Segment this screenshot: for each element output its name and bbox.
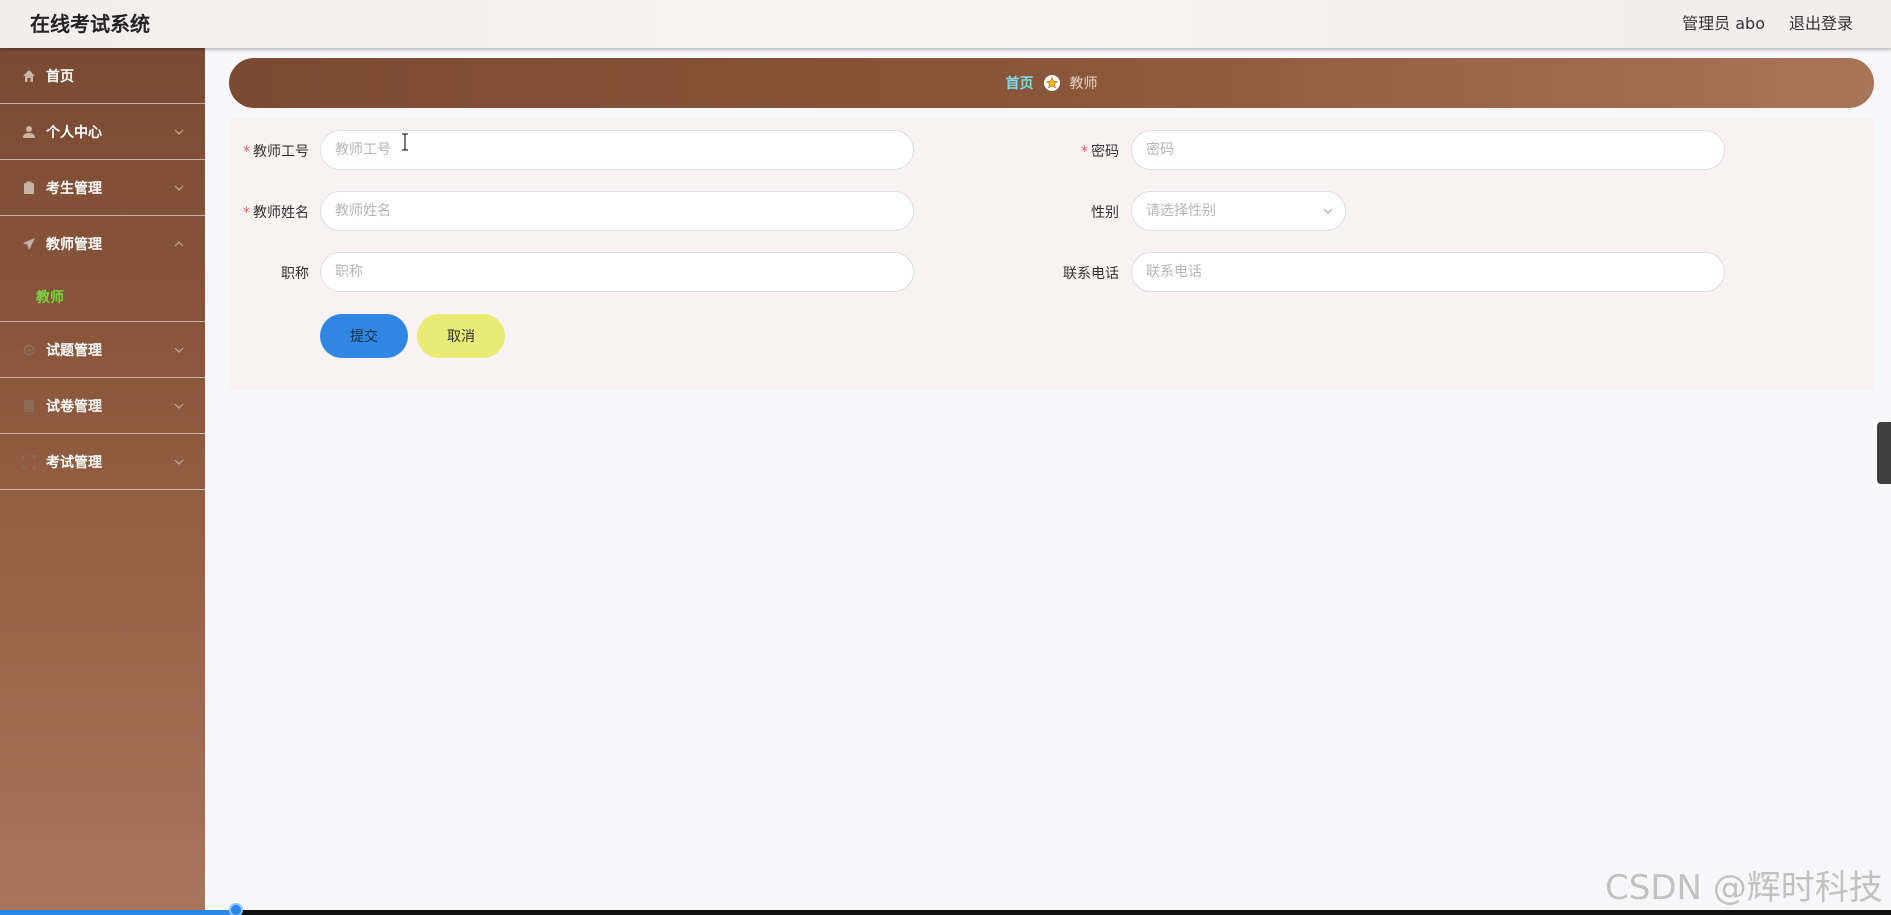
job-title-input[interactable] [320,252,914,292]
user-area: 管理员 abo 退出登录 [1682,10,1853,34]
sidebar-item-teacher-management[interactable]: 教师管理 [0,216,205,272]
sidebar-item-personal-center[interactable]: 个人中心 [0,104,205,160]
cancel-button[interactable]: 取消 [417,314,505,358]
home-icon [21,68,37,84]
chevron-up-icon [174,241,184,247]
user-icon [21,124,37,140]
breadcrumb-home[interactable]: 首页 [1006,73,1034,93]
submit-button[interactable]: 提交 [320,314,408,358]
user-name[interactable]: 管理员 abo [1682,10,1765,34]
chevron-down-icon [1323,208,1333,214]
teacher-no-label: * 教师工号 [229,141,309,161]
job-title-label: 职称 [281,266,309,282]
sidebar-item-home[interactable]: 首页 [0,48,205,104]
phone-input[interactable] [1131,252,1725,292]
breadcrumb-current: 教师 [1069,76,1098,92]
gender-select[interactable] [1131,191,1346,231]
gear-icon [21,342,37,358]
sidebar-item-label: 考生管理 [46,180,102,197]
frame-icon [21,454,37,470]
sidebar-item-exam-management[interactable]: 考试管理 [0,434,205,490]
progress-track [0,910,1891,915]
top-header: 在线考试系统 管理员 abo 退出登录 [0,0,1891,48]
sidebar: 首页 个人中心 考生管理 教师管理 教师 试题管理 试卷管理 考试管理 [0,48,205,915]
clipboard-icon [21,180,37,196]
app-title: 在线考试系统 [30,12,150,36]
progress-knob[interactable] [229,903,243,915]
teacher-name-label: * 教师姓名 [229,202,309,222]
text-cursor-icon [402,133,408,151]
password-input[interactable] [1131,130,1725,170]
sidebar-item-label: 考试管理 [46,454,102,471]
gender-label: 性别 [1091,205,1119,221]
sidebar-item-label: 个人中心 [46,124,102,141]
sidebar-subitem-teacher[interactable]: 教师 [0,272,205,322]
teacher-name-label-text: 教师姓名 [253,205,309,221]
chevron-down-icon [174,185,184,191]
sidebar-item-label: 试题管理 [46,342,102,359]
progress-fill [0,910,236,915]
chevron-down-icon [174,129,184,135]
sidebar-item-question-management[interactable]: 试题管理 [0,322,205,378]
star-icon [1043,75,1060,91]
chevron-down-icon [174,347,184,353]
form-panel: *教师工号 *密码 *教师姓名 性别 职称 联系电话 提交 取消 [229,118,1874,390]
sidebar-item-label: 教师管理 [46,237,102,253]
book-icon [21,398,37,414]
required-mark: * [243,144,250,160]
breadcrumb: 首页 教师 [229,58,1874,108]
collapse-handle[interactable] [1877,422,1891,484]
sidebar-item-paper-management[interactable]: 试卷管理 [0,378,205,434]
watermark: CSDN @辉时科技 [1605,868,1883,908]
required-mark: * [243,205,250,221]
password-label-text: 密码 [1091,144,1119,160]
password-label: * 密码 [1019,141,1119,161]
sidebar-item-examinee-management[interactable]: 考生管理 [0,160,205,216]
chevron-down-icon [174,459,184,465]
required-mark: * [1081,144,1088,160]
sidebar-item-label: 首页 [46,68,74,85]
phone-label: 联系电话 [1063,266,1119,282]
teacher-no-label-text: 教师工号 [253,144,309,160]
logout-button[interactable]: 退出登录 [1789,10,1853,34]
sidebar-item-label: 试卷管理 [46,398,102,415]
teacher-name-input[interactable] [320,191,914,231]
chevron-down-icon [174,403,184,409]
paper-plane-icon [21,236,37,252]
